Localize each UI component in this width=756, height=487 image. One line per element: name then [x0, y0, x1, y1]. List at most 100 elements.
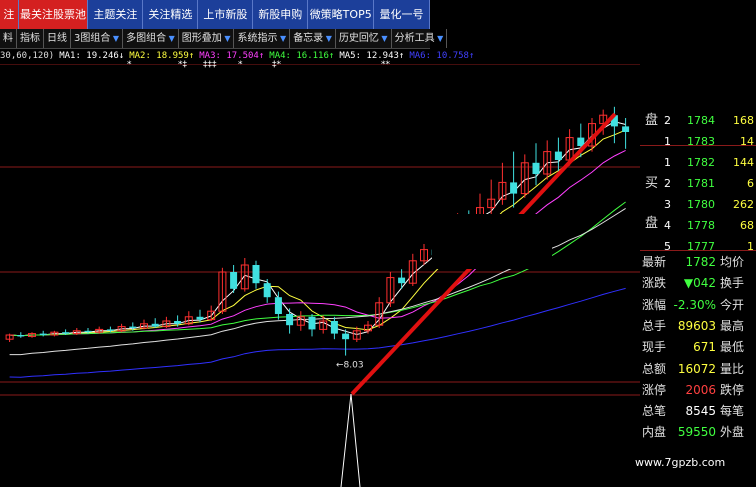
toolbar-button-label: 备忘录 — [293, 33, 324, 44]
candle-body — [84, 330, 92, 333]
dropdown-arrow-icon: ▼ — [378, 34, 388, 43]
level: 2 — [664, 177, 671, 190]
market-tab[interactable]: 主题关注 — [88, 0, 144, 29]
ma-params: 30,60,120) — [0, 51, 55, 61]
candle-body — [230, 272, 238, 289]
quote-row: 总笔 8545 每笔 — [640, 401, 756, 422]
quote-row: 内盘 59550 外盘 — [640, 422, 756, 443]
toolbar-button[interactable]: 分析工具 ▼ — [392, 29, 448, 48]
quote-label: 每笔 — [720, 404, 745, 419]
quote-panel: 2 1784 168 1 1783 14 1 1782 144 2 1781 6 3 1780 262 4 17… — [640, 110, 756, 440]
quote-label: 外盘 — [720, 425, 745, 440]
quote-row: 涨停 2006 跌停 — [640, 380, 756, 401]
market-tab[interactable]: 微策略TOP5 — [308, 0, 375, 29]
candle-body — [17, 335, 25, 337]
toolbar-button[interactable]: 日线 — [44, 29, 71, 48]
sell-price: 1784 — [687, 114, 715, 127]
buy-price: 1778 — [687, 219, 715, 232]
toolbar-button[interactable]: 指标 — [17, 29, 44, 48]
candle-body — [151, 323, 159, 327]
candle-body — [510, 182, 518, 194]
quote-label: 最新 — [642, 255, 667, 269]
market-tab[interactable]: 关注精选 — [143, 0, 199, 29]
quote-row: 涨跌 ▼042 换手 — [640, 273, 756, 294]
quote-label: 涨停 — [642, 382, 667, 397]
quote-value: 89603 — [677, 318, 716, 333]
toolbar-button[interactable]: 备忘录 ▼ — [290, 29, 336, 48]
market-tab[interactable]: 量化一号 — [374, 0, 431, 29]
market-tab[interactable]: 最关注股票池 — [18, 0, 89, 29]
overlay-patch — [432, 214, 552, 269]
quote-label: 总额 — [642, 361, 667, 376]
market-tab[interactable]: 注 — [0, 0, 19, 29]
market-tab[interactable]: 新股申购 — [253, 0, 309, 29]
ma-value: MA1: 19.246 — [59, 51, 119, 61]
quote-label: 内盘 — [642, 425, 667, 440]
kline-chart[interactable]: ←8.03 — [0, 64, 640, 487]
quote-label: 涨幅 — [642, 297, 667, 312]
toolbar-button[interactable]: 多图组合 ▼ — [123, 29, 179, 48]
quote-value: 2006 — [685, 382, 716, 397]
toolbar-button-label: 料 — [3, 33, 13, 44]
dropdown-arrow-icon: ▼ — [221, 34, 231, 43]
sell-price: 1783 — [687, 135, 715, 148]
buy-volume: 144 — [733, 156, 754, 169]
dropdown-arrow-icon: ▼ — [166, 34, 175, 43]
book-side-label: 盘 — [645, 216, 659, 231]
watermark: www.7gpzb.com — [635, 456, 726, 469]
candle-body — [622, 126, 630, 132]
candle-body — [62, 332, 70, 334]
toolbar-button-label: 3图组合 — [74, 33, 111, 44]
trend-arrow-icon: ↓ — [118, 51, 125, 61]
quote-row: 总手 89603 最高 — [640, 316, 756, 337]
toolbar-button[interactable]: 历史回忆 ▼ — [336, 29, 392, 48]
candle-body — [398, 277, 406, 284]
candle-body — [308, 316, 316, 330]
buy-volume: 6 — [747, 177, 754, 190]
toolbar-button-label: 指标 — [20, 33, 40, 44]
market-tab[interactable]: 上市新股 — [198, 0, 254, 29]
toolbar-button[interactable]: 3图组合 ▼ — [71, 29, 124, 48]
quote-label: 最低 — [720, 340, 745, 355]
quote-row: 现手 671 最低 — [640, 337, 756, 358]
candle-body — [252, 265, 260, 284]
candle-body — [286, 314, 294, 326]
ma-value: MA6: 10.758 — [409, 51, 469, 61]
toolbar-button[interactable]: 系统指示 ▼ — [234, 29, 291, 48]
quote-label: 跌停 — [720, 382, 745, 397]
divider — [640, 250, 756, 251]
quote-label: 今开 — [720, 297, 745, 312]
candle-body — [342, 333, 350, 340]
candle-body — [106, 329, 114, 331]
quote-label: 现手 — [642, 340, 667, 355]
quote-value: 59550 — [677, 425, 716, 440]
trend-arrow-icon: ↑ — [258, 51, 265, 61]
toolbar-button-label: 日线 — [47, 33, 67, 44]
buy-volume: 68 — [740, 219, 754, 232]
toolbar-button-label: 历史回忆 — [338, 33, 379, 44]
toolbar-button[interactable]: 料 — [0, 29, 17, 48]
book-side-label: 买 — [645, 176, 659, 191]
candle-body — [196, 316, 204, 320]
sell-volume: 14 — [740, 135, 754, 148]
toolbar-button[interactable]: 图形叠加 ▼ — [179, 29, 235, 48]
level: 2 — [664, 114, 671, 127]
candle-body — [174, 321, 182, 324]
buy-price: 1781 — [687, 177, 715, 190]
level: 1 — [664, 156, 671, 169]
trend-arrow-icon: ↑ — [188, 51, 195, 61]
toolbar-button-label: 图形叠加 — [181, 33, 222, 44]
quote-label: 均价 — [720, 255, 745, 269]
quote-value: 8545 — [685, 404, 716, 419]
quote-row: 最新 1782 均价 — [640, 252, 756, 273]
level: 4 — [664, 219, 671, 232]
toolbar-button-label: 系统指示 — [237, 33, 278, 44]
quote-label: 换手 — [720, 276, 745, 291]
level: 3 — [664, 198, 671, 211]
buy-price: 1780 — [687, 198, 715, 211]
toolbar-button-label: 分析工具 — [394, 33, 435, 44]
divider — [640, 145, 756, 146]
book-side-label: 盘 — [645, 113, 659, 128]
candle-body — [532, 162, 540, 174]
chart-toolbar: 料指标 日线 3图组合 ▼ 多图组合 ▼ 图形叠加 ▼ 系统指示 ▼ 备忘录 ▼ 历史回忆 ▼… — [0, 29, 448, 49]
